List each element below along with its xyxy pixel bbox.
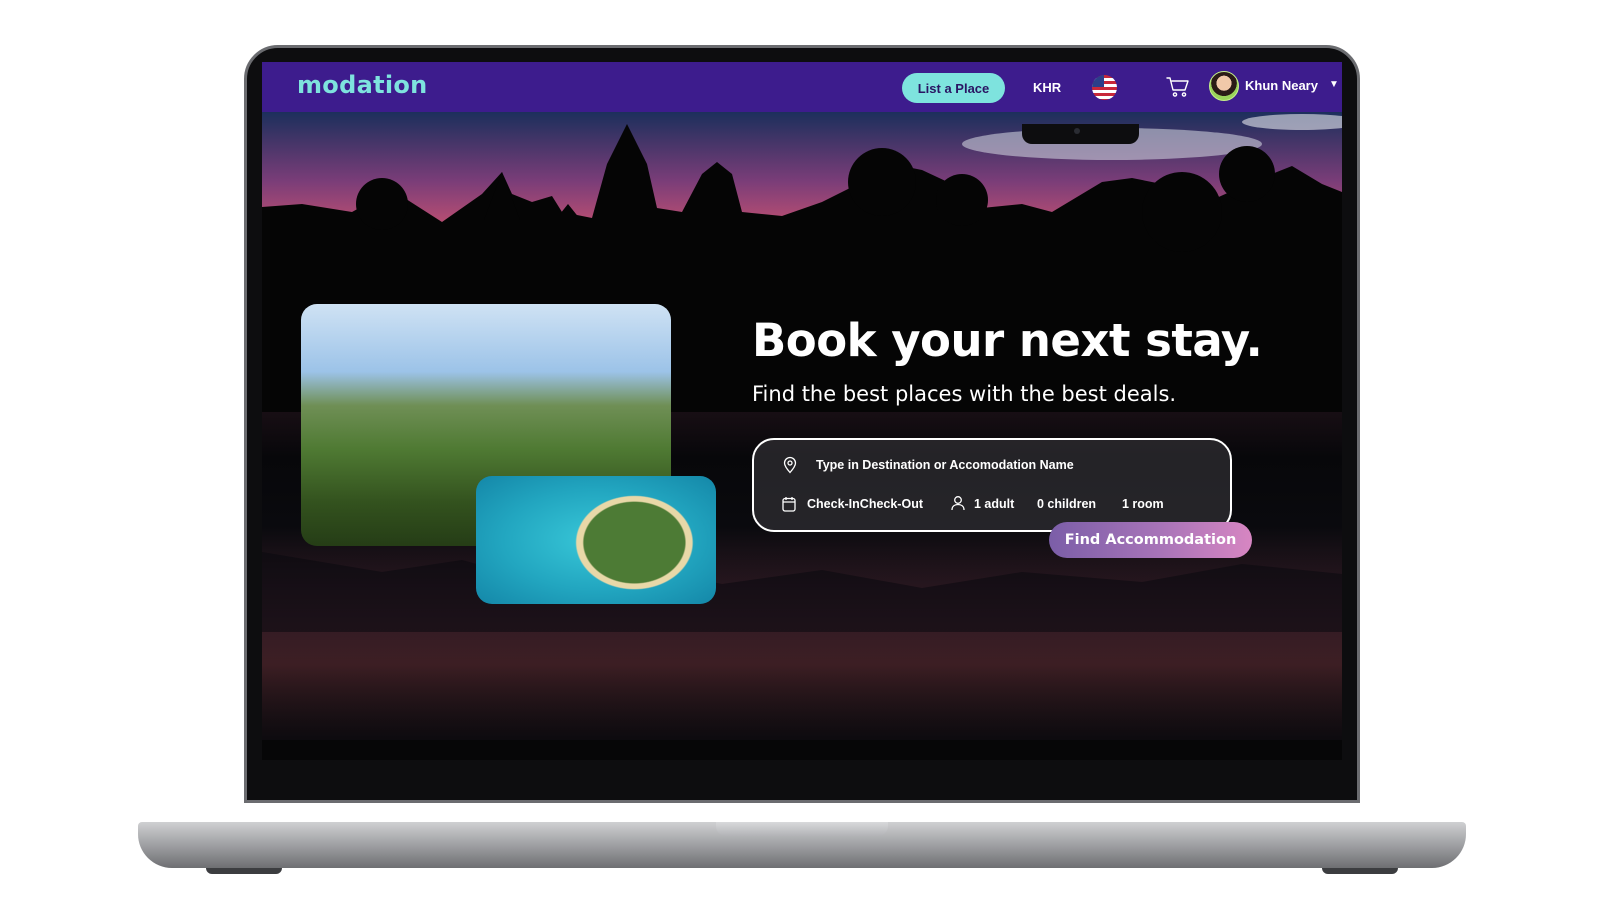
- adults-selector[interactable]: 1 adult: [974, 497, 1014, 511]
- camera-notch: [1022, 124, 1139, 144]
- laptop-screen: modation List a Place KHR Khun Neary ▼ B…: [262, 62, 1342, 760]
- find-accommodation-button[interactable]: Find Accommodation: [1049, 522, 1252, 558]
- cart-icon[interactable]: [1166, 76, 1190, 98]
- laptop-foot-left: [206, 868, 282, 874]
- person-icon: [951, 496, 965, 511]
- chevron-down-icon[interactable]: ▼: [1329, 79, 1339, 90]
- check-in-check-out-field[interactable]: Check-InCheck-Out: [807, 497, 923, 511]
- laptop-base: [138, 822, 1466, 868]
- list-a-place-button[interactable]: List a Place: [902, 73, 1005, 103]
- location-pin-icon: [783, 456, 797, 474]
- search-panel: Check-InCheck-Out 1 adult 0 children 1 r…: [752, 438, 1232, 532]
- screen-bottom-bezel: [262, 740, 1342, 760]
- camera-dot: [1074, 128, 1080, 134]
- top-navbar: modation List a Place KHR Khun Neary ▼: [262, 62, 1342, 112]
- hero-subheadline: Find the best places with the best deals…: [752, 382, 1177, 406]
- laptop-foot-right: [1322, 868, 1398, 874]
- laptop-hinge-groove: [716, 822, 888, 836]
- user-name[interactable]: Khun Neary: [1245, 78, 1318, 93]
- hero-section: Book your next stay. Find the best place…: [262, 112, 1342, 740]
- rooms-selector[interactable]: 1 room: [1122, 497, 1164, 511]
- destination-search-input[interactable]: [816, 454, 1196, 476]
- brand-logo[interactable]: modation: [297, 71, 428, 99]
- hero-headline: Book your next stay.: [752, 314, 1263, 367]
- island-resort-photo: [476, 476, 716, 604]
- calendar-icon: [782, 497, 796, 512]
- flag-canton: [1092, 75, 1104, 87]
- us-flag-icon[interactable]: [1092, 75, 1117, 100]
- user-avatar[interactable]: [1209, 71, 1239, 101]
- currency-selector[interactable]: KHR: [1033, 80, 1061, 95]
- children-selector[interactable]: 0 children: [1037, 497, 1096, 511]
